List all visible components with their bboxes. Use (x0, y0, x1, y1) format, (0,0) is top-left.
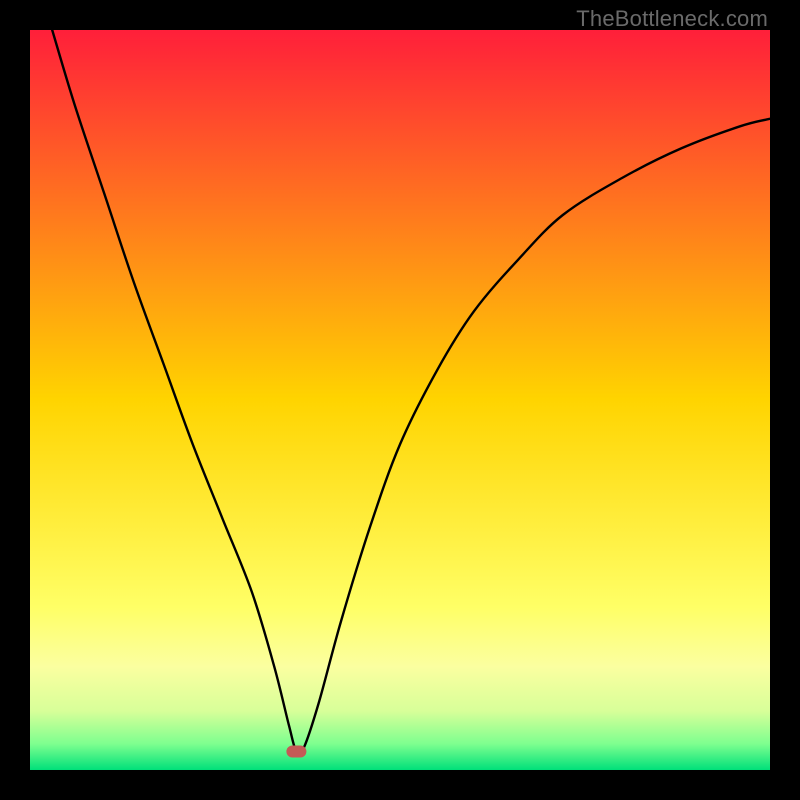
minimum-marker (286, 746, 306, 758)
chart-frame (30, 30, 770, 770)
watermark-text: TheBottleneck.com (576, 6, 768, 32)
gradient-background (30, 30, 770, 770)
chart-svg (30, 30, 770, 770)
